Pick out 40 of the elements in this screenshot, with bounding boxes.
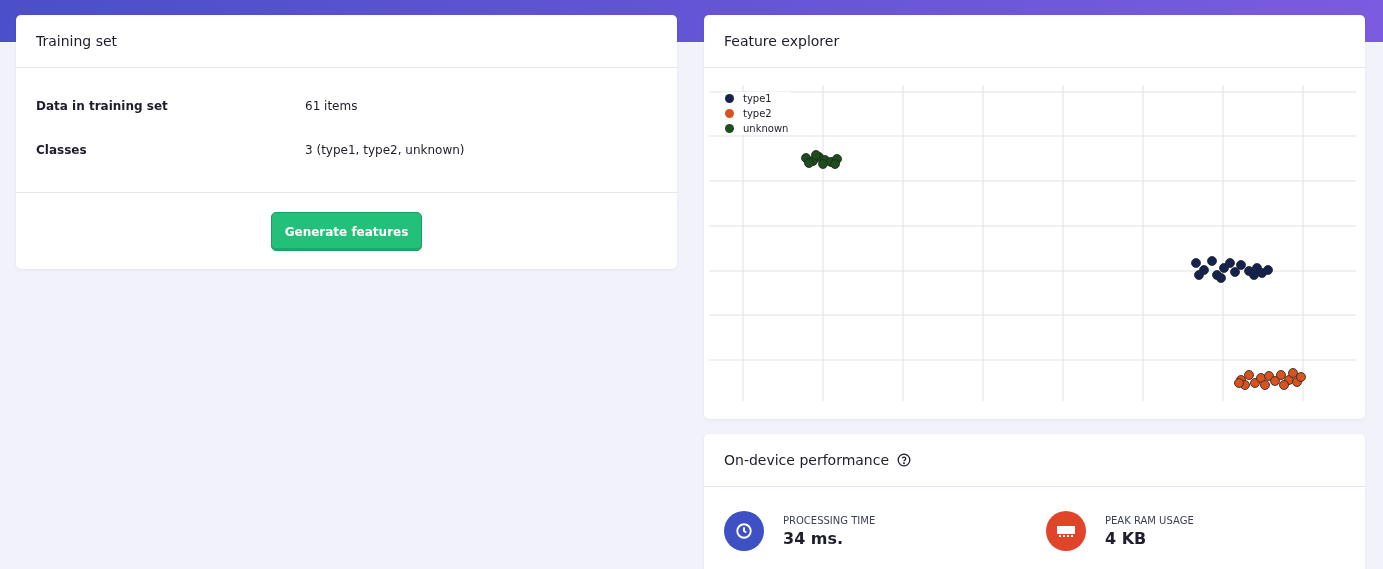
data-point xyxy=(1236,260,1246,270)
data-point xyxy=(1191,258,1201,268)
data-point xyxy=(1260,380,1270,390)
help-icon[interactable] xyxy=(897,453,912,467)
legend-label: type1 xyxy=(743,92,772,105)
metric-value: 34 ms. xyxy=(783,528,845,548)
data-point xyxy=(1276,370,1286,380)
data-point xyxy=(1288,368,1298,378)
data-point xyxy=(1219,263,1229,273)
data-point xyxy=(1264,371,1274,381)
clock-icon xyxy=(724,511,764,551)
card-title: Feature explorer xyxy=(724,33,840,49)
generate-features-button[interactable]: Generate features xyxy=(270,212,423,251)
metric-value: 4 KB xyxy=(1105,528,1148,548)
data-point xyxy=(1244,370,1254,380)
data-point xyxy=(1216,273,1226,283)
field-label: Data in training set xyxy=(36,99,169,113)
data-point xyxy=(1230,267,1240,277)
data-point xyxy=(818,159,828,169)
data-point xyxy=(1225,258,1235,268)
memory-chip-icon xyxy=(1046,511,1086,551)
data-point xyxy=(1249,270,1259,280)
data-point xyxy=(1194,270,1204,280)
metric-label: PEAK RAM USAGE xyxy=(1105,514,1194,526)
data-point xyxy=(1207,256,1217,266)
legend-label: type2 xyxy=(743,107,772,120)
field-label: Classes xyxy=(36,143,88,157)
field-value: 61 items xyxy=(305,99,359,113)
data-point xyxy=(1263,265,1273,275)
data-point xyxy=(1250,378,1260,388)
data-point xyxy=(1270,376,1280,386)
card-title: Training set xyxy=(36,33,118,49)
data-point xyxy=(1296,372,1306,382)
data-point xyxy=(1279,380,1289,390)
legend-label: unknown xyxy=(743,122,789,135)
card-title: On-device performance xyxy=(724,452,890,468)
metric-label: PROCESSING TIME xyxy=(783,514,876,526)
data-point xyxy=(830,159,840,169)
data-point xyxy=(804,158,814,168)
field-value: 3 (type1, type2, unknown) xyxy=(305,143,466,157)
